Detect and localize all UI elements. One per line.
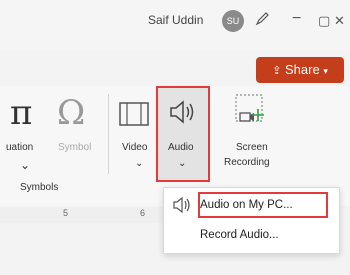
- symbol-icon[interactable]: Ω: [57, 93, 85, 133]
- ruler: 5 6: [0, 207, 175, 223]
- video-label[interactable]: Video: [122, 142, 147, 153]
- menu-item-audio-on-my-pc[interactable]: Audio on My PC...: [200, 193, 293, 217]
- audio-dropdown-menu: Audio on My PC... Record Audio...: [163, 187, 340, 254]
- equation-icon[interactable]: π: [10, 93, 32, 133]
- user-name[interactable]: Saif Uddin: [148, 13, 203, 27]
- chevron-down-icon[interactable]: ⌄: [20, 158, 30, 172]
- restore-button[interactable]: ▢: [318, 13, 330, 29]
- ruler-mark-5: 5: [63, 208, 69, 218]
- speaker-icon: [170, 100, 194, 124]
- symbol-label[interactable]: Symbol: [58, 142, 91, 153]
- ruler-mark-6: 6: [140, 208, 146, 218]
- share-button[interactable]: ⇪ Share ▾: [256, 57, 344, 83]
- chevron-down-icon: ⌄: [178, 158, 187, 169]
- pen-icon[interactable]: [254, 11, 270, 27]
- audio-button[interactable]: Audio ⌄: [156, 86, 210, 182]
- chevron-down-icon[interactable]: ⌄: [135, 158, 143, 169]
- minimize-button[interactable]: −: [292, 10, 301, 28]
- menu-item-record-audio[interactable]: Record Audio...: [200, 223, 279, 247]
- group-symbols-label: Symbols: [20, 182, 59, 193]
- speaker-icon: [173, 196, 190, 214]
- video-icon[interactable]: [118, 100, 152, 128]
- screen-recording-label-line2[interactable]: Recording: [224, 157, 270, 168]
- share-label: Share: [284, 62, 320, 77]
- screen-recording-icon[interactable]: [234, 93, 266, 129]
- title-bar: Saif Uddin SU − ▢ ✕: [0, 0, 350, 50]
- close-button[interactable]: ✕: [334, 13, 345, 29]
- share-icon: ⇪: [272, 65, 282, 77]
- audio-label: Audio: [168, 142, 194, 153]
- divider: [108, 94, 109, 174]
- equation-label[interactable]: uation: [6, 142, 33, 153]
- chevron-down-icon: ▾: [323, 66, 328, 76]
- avatar[interactable]: SU: [222, 10, 244, 32]
- screen-recording-label-line1[interactable]: Screen: [236, 142, 268, 153]
